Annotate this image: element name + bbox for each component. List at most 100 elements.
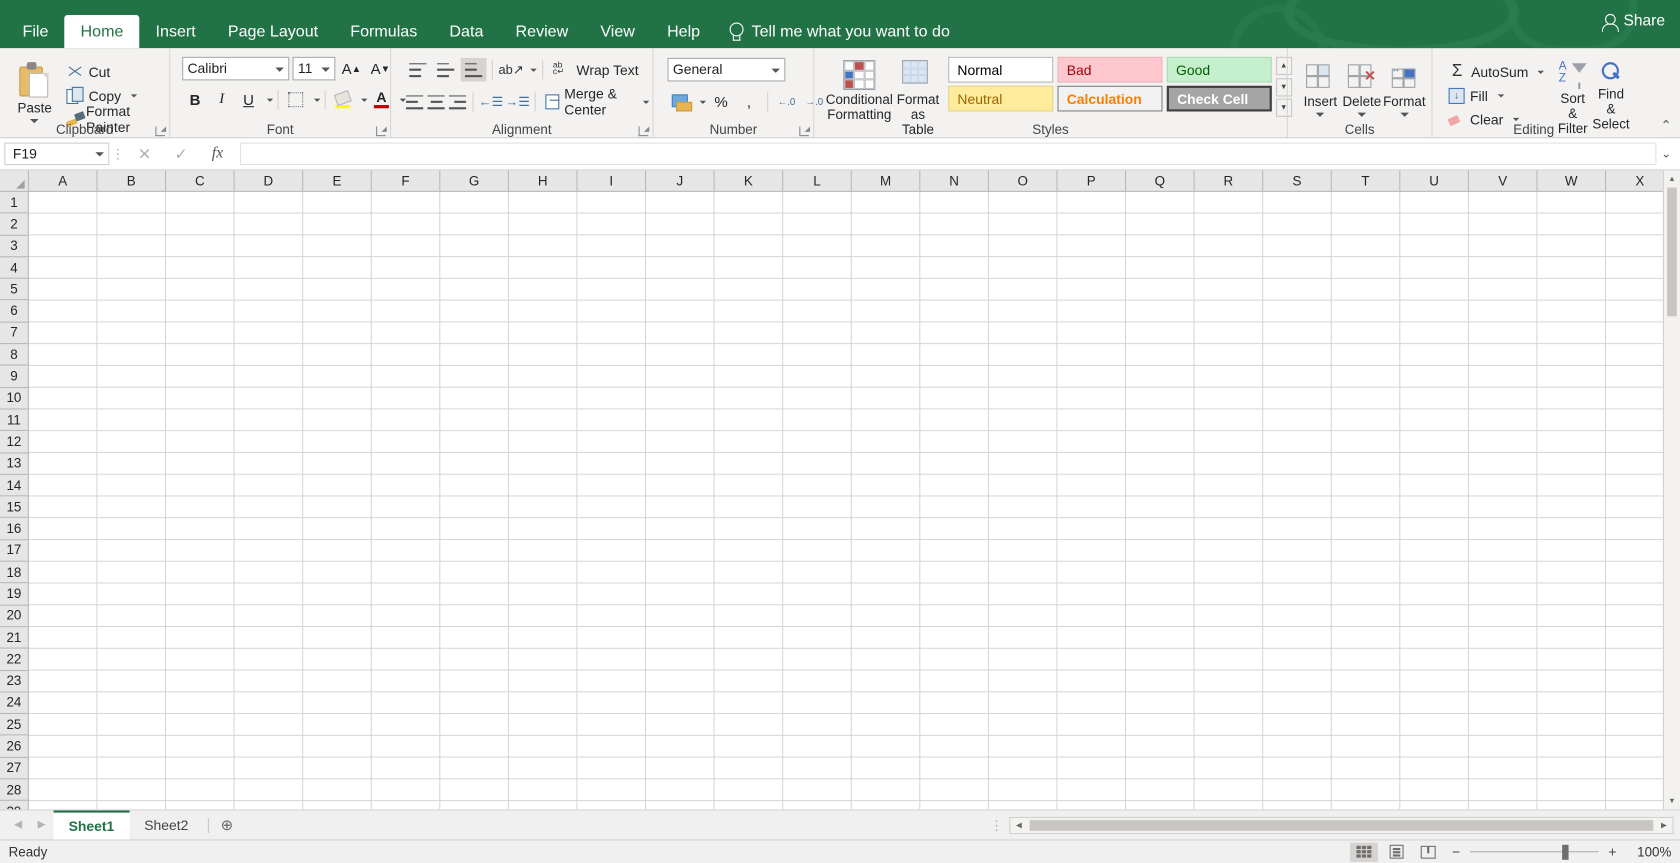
normal-view-button[interactable] — [1350, 842, 1378, 862]
number-format-select[interactable]: General — [667, 57, 786, 82]
italic-button[interactable]: I — [209, 88, 235, 112]
previous-sheet-button[interactable]: ◀ — [6, 819, 30, 831]
row-header-23[interactable]: 23 — [0, 671, 28, 693]
find-select-button[interactable]: Find & Select — [1592, 58, 1630, 132]
column-header-n[interactable]: N — [920, 170, 989, 192]
align-top-button[interactable] — [405, 58, 431, 82]
tab-page-layout[interactable]: Page Layout — [212, 15, 334, 48]
column-header-a[interactable]: A — [29, 170, 98, 192]
column-header-d[interactable]: D — [235, 170, 304, 192]
tab-file[interactable]: File — [6, 15, 64, 48]
increase-decimal-button[interactable]: ←.0 — [774, 90, 800, 114]
align-right-button[interactable] — [448, 90, 467, 114]
conditional-formatting-button[interactable]: Conditional Formatting — [826, 57, 893, 122]
cancel-entry-button[interactable]: ✕ — [126, 141, 162, 167]
row-header-18[interactable]: 18 — [0, 562, 28, 584]
tab-review[interactable]: Review — [499, 15, 584, 48]
row-header-24[interactable]: 24 — [0, 692, 28, 715]
chevron-down-icon[interactable] — [313, 98, 321, 102]
font-size-input[interactable]: 11 — [292, 56, 336, 81]
column-header-e[interactable]: E — [303, 170, 372, 192]
column-header-j[interactable]: J — [646, 170, 715, 192]
column-header-o[interactable]: O — [989, 170, 1058, 192]
fill-button[interactable]: ↓ Fill — [1444, 84, 1548, 108]
cut-button[interactable]: Cut — [62, 60, 164, 84]
comma-format-button[interactable]: , — [736, 90, 762, 114]
row-header-9[interactable]: 9 — [0, 366, 28, 388]
underline-button[interactable]: U — [236, 88, 262, 112]
column-header-u[interactable]: U — [1400, 170, 1469, 192]
percent-format-button[interactable]: % — [708, 90, 734, 114]
column-header-b[interactable]: B — [98, 170, 167, 192]
row-header-6[interactable]: 6 — [0, 301, 28, 323]
tab-data[interactable]: Data — [433, 15, 499, 48]
scroll-left-icon[interactable]: ◀ — [1010, 821, 1027, 830]
row-header-26[interactable]: 26 — [0, 736, 28, 758]
paste-button[interactable]: Paste — [12, 59, 58, 124]
bold-button[interactable]: B — [182, 88, 208, 112]
cell-style-neutral[interactable]: Neutral — [947, 85, 1053, 112]
sheet-tab-sheet2[interactable]: Sheet2 — [129, 810, 203, 839]
scroll-right-icon[interactable]: ▶ — [1655, 821, 1672, 830]
clipboard-dialog-launcher[interactable] — [155, 126, 167, 137]
row-header-16[interactable]: 16 — [0, 518, 28, 541]
orientation-button[interactable]: ab↗ — [498, 58, 524, 82]
row-header-25[interactable]: 25 — [0, 714, 28, 736]
fill-color-button[interactable] — [330, 88, 356, 112]
row-header-1[interactable]: 1 — [0, 192, 28, 214]
vertical-scroll-thumb[interactable] — [1667, 187, 1677, 317]
row-header-29[interactable]: 29 — [0, 801, 28, 809]
column-header-i[interactable]: I — [578, 170, 647, 192]
tab-view[interactable]: View — [584, 15, 651, 48]
row-header-2[interactable]: 2 — [0, 214, 28, 236]
add-sheet-button[interactable]: ⊕ — [213, 816, 241, 834]
column-header-h[interactable]: H — [509, 170, 578, 192]
column-header-c[interactable]: C — [166, 170, 235, 192]
decrease-indent-button[interactable]: ←☰ — [479, 90, 503, 114]
formula-input[interactable] — [240, 142, 1657, 166]
row-header-13[interactable]: 13 — [0, 453, 28, 475]
row-header-19[interactable]: 19 — [0, 584, 28, 606]
tab-formulas[interactable]: Formulas — [334, 15, 433, 48]
vertical-scrollbar[interactable]: ▲ ▼ — [1662, 170, 1680, 810]
align-left-button[interactable] — [405, 90, 424, 114]
row-header-17[interactable]: 17 — [0, 540, 28, 562]
format-cells-button[interactable]: ↔ Format — [1383, 61, 1426, 117]
cells-area[interactable] — [28, 191, 1663, 810]
row-header-3[interactable]: 3 — [0, 235, 28, 258]
font-name-input[interactable]: Calibri — [182, 56, 290, 81]
column-header-k[interactable]: K — [715, 170, 784, 192]
cell-style-good[interactable]: Good — [1166, 56, 1272, 83]
zoom-in-button[interactable]: + — [1603, 844, 1622, 860]
insert-function-button[interactable]: fx — [199, 141, 235, 167]
row-header-12[interactable]: 12 — [0, 431, 28, 454]
column-header-l[interactable]: L — [783, 170, 852, 192]
column-header-w[interactable]: W — [1538, 170, 1607, 192]
row-header-10[interactable]: 10 — [0, 388, 28, 410]
name-box[interactable]: F19 — [4, 142, 110, 166]
autosum-button[interactable]: Σ AutoSum — [1444, 60, 1548, 84]
column-header-g[interactable]: G — [440, 170, 509, 192]
tab-home[interactable]: Home — [64, 15, 140, 49]
page-break-view-button[interactable] — [1414, 842, 1442, 861]
column-header-q[interactable]: Q — [1126, 170, 1195, 192]
column-header-f[interactable]: F — [372, 170, 441, 192]
column-header-s[interactable]: S — [1263, 170, 1332, 192]
horizontal-scroll-thumb[interactable] — [1029, 819, 1654, 831]
tell-me-search[interactable]: Tell me what you want to do — [716, 15, 963, 48]
scroll-down-icon[interactable]: ▼ — [1664, 792, 1680, 809]
align-middle-button[interactable] — [433, 58, 459, 82]
tab-insert[interactable]: Insert — [139, 15, 211, 48]
chevron-down-icon[interactable] — [266, 98, 274, 102]
insert-cells-button[interactable]: Insert — [1300, 61, 1341, 117]
cell-style-calculation[interactable]: Calculation — [1057, 85, 1163, 112]
column-header-m[interactable]: M — [852, 170, 921, 192]
zoom-out-button[interactable]: − — [1446, 844, 1465, 860]
row-header-8[interactable]: 8 — [0, 344, 28, 366]
column-header-v[interactable]: V — [1469, 170, 1538, 192]
cell-style-check-cell[interactable]: Check Cell — [1166, 85, 1272, 112]
alignment-dialog-launcher[interactable] — [638, 126, 650, 137]
row-header-22[interactable]: 22 — [0, 649, 28, 671]
row-header-15[interactable]: 15 — [0, 497, 28, 519]
merge-center-button[interactable]: Merge & Center — [541, 86, 653, 118]
